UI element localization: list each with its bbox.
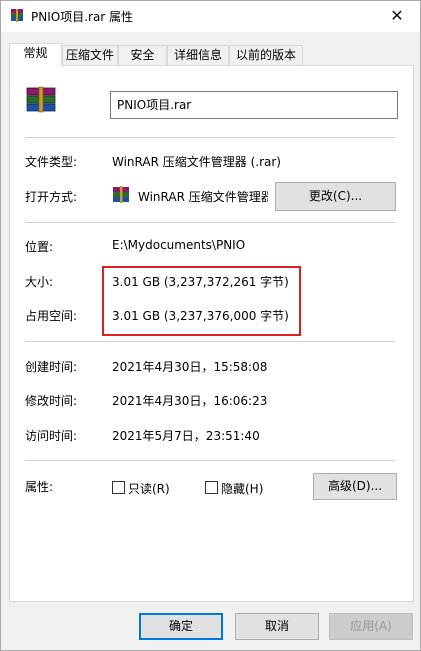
tab-security[interactable]: 安全 <box>118 45 167 66</box>
accessed-label: 访问时间: <box>25 429 78 443</box>
modified-value: 2021年4月30日，16:06:23 <box>112 394 268 408</box>
winrar-large-icon <box>24 86 58 114</box>
tab-details[interactable]: 详细信息 <box>167 45 229 66</box>
tab-general[interactable]: 常规 <box>9 43 62 67</box>
size-label: 大小: <box>25 275 54 289</box>
modified-label: 修改时间: <box>25 394 78 408</box>
divider <box>25 341 395 342</box>
open-with-label: 打开方式: <box>25 190 78 204</box>
properties-window: PNIO项目.rar 属性 ✕ 常规 压缩文件 安全 详细信息 以前的版本 PN… <box>0 0 421 651</box>
attributes-label: 属性: <box>25 480 54 494</box>
cancel-button[interactable]: 取消 <box>235 613 319 640</box>
title-bar: PNIO项目.rar 属性 ✕ <box>1 1 420 32</box>
divider <box>25 222 395 223</box>
divider <box>25 460 395 461</box>
hidden-label[interactable]: 隐藏(H) <box>221 480 263 497</box>
file-name-input[interactable]: PNIO项目.rar <box>110 91 398 119</box>
tab-archive[interactable]: 压缩文件 <box>62 45 118 66</box>
accessed-value: 2021年5月7日，23:51:40 <box>112 429 260 443</box>
open-with-value: WinRAR 压缩文件管理器 <box>138 190 268 204</box>
close-icon[interactable]: ✕ <box>374 1 420 32</box>
general-panel: PNIO项目.rar 文件类型: WinRAR 压缩文件管理器 (.rar) 打… <box>9 65 414 602</box>
change-button[interactable]: 更改(C)... <box>275 182 396 211</box>
hidden-checkbox[interactable] <box>205 481 218 494</box>
winrar-archive-icon <box>9 8 25 24</box>
location-label: 位置: <box>25 240 54 254</box>
created-label: 创建时间: <box>25 360 78 374</box>
tab-previous-versions[interactable]: 以前的版本 <box>229 45 303 66</box>
readonly-checkbox[interactable] <box>112 481 125 494</box>
created-value: 2021年4月30日，15:58:08 <box>112 360 268 374</box>
window-title: PNIO项目.rar 属性 <box>31 10 134 24</box>
ok-button[interactable]: 确定 <box>139 613 223 640</box>
file-type-label: 文件类型: <box>25 155 78 169</box>
size-on-disk-label: 占用空间: <box>25 309 78 323</box>
readonly-label[interactable]: 只读(R) <box>128 480 170 497</box>
divider <box>25 137 395 138</box>
location-value: E:\Mydocuments\PNIO <box>112 238 246 252</box>
apply-button[interactable]: 应用(A) <box>329 613 413 640</box>
winrar-app-icon <box>111 185 131 205</box>
advanced-button[interactable]: 高级(D)... <box>313 473 397 500</box>
red-highlight-box <box>102 266 301 336</box>
file-type-value: WinRAR 压缩文件管理器 (.rar) <box>112 155 281 169</box>
